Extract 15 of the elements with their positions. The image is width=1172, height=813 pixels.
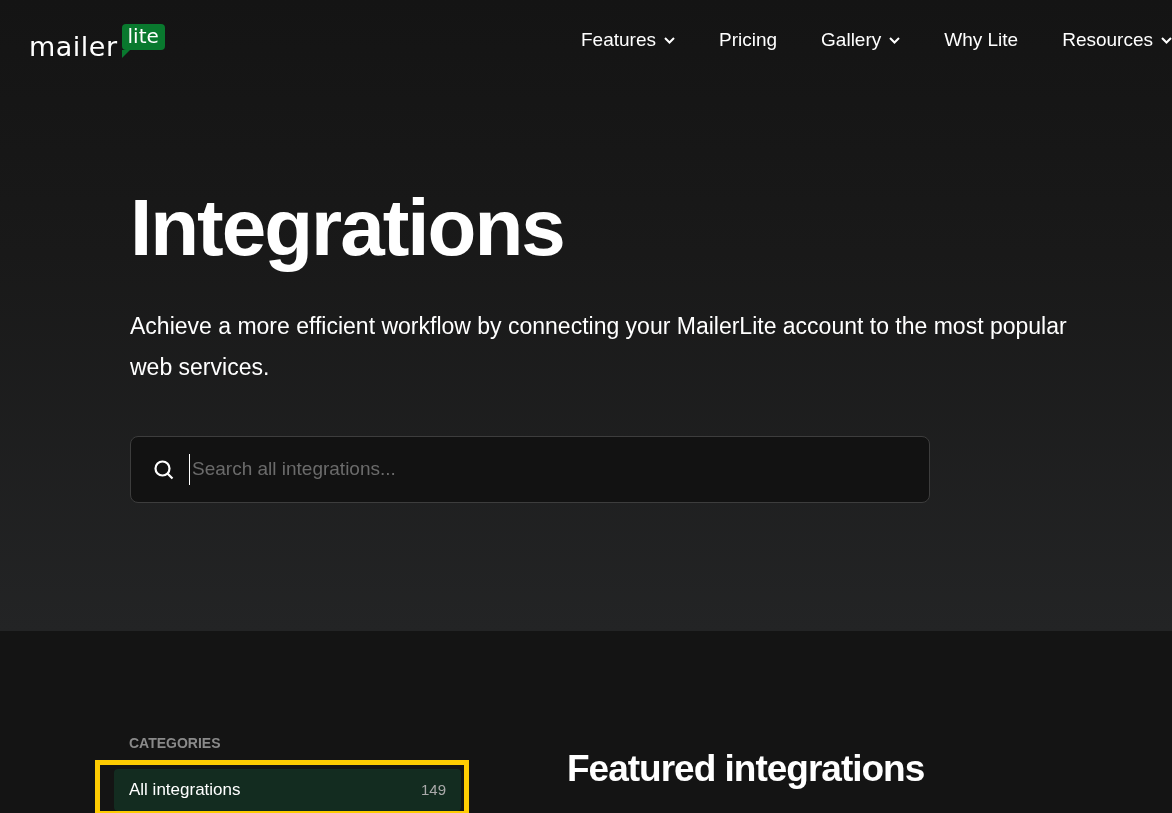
sidebar-heading: CATEGORIES	[129, 734, 222, 753]
nav-link[interactable]: Gallery	[821, 25, 901, 55]
section-heading: Featured integrations	[567, 747, 925, 791]
nav-link[interactable]: Resources	[1062, 25, 1172, 55]
category-label: All integrations	[129, 779, 241, 801]
category-count: 149	[420, 779, 446, 800]
nav-link[interactable]: Pricing	[719, 25, 778, 55]
search-input[interactable]: Search all integrations...	[189, 454, 929, 485]
page-description: Achieve a more efficient workflow by connecting your MailerLite account to the most popular web services.	[130, 312, 1068, 382]
category-item[interactable]: All integrations 149	[114, 769, 461, 811]
search-bar[interactable]: Search all integrations...	[130, 436, 930, 503]
nav-link[interactable]: Why Lite	[944, 25, 1019, 55]
search-icon	[153, 458, 175, 481]
logo-wordmark[interactable]: mailer	[29, 32, 118, 60]
nav-link[interactable]: Features	[581, 25, 675, 55]
